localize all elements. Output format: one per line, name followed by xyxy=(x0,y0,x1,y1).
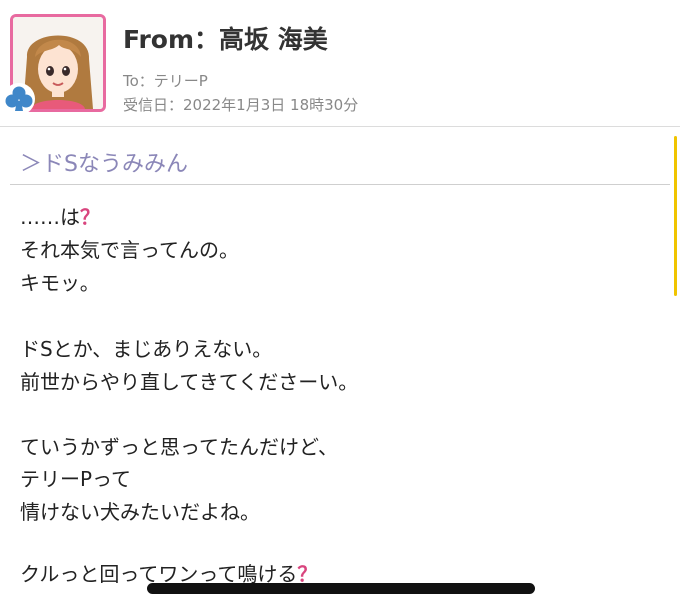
message-subject: ＞ドSなうみみん xyxy=(20,152,188,177)
scroll-indicator[interactable] xyxy=(674,136,677,296)
question-mark-icon: ？ xyxy=(80,205,100,229)
message-text: ……は xyxy=(20,205,80,229)
message-line-2: それ本気で言ってんの。 xyxy=(20,238,239,262)
club-suit-icon xyxy=(3,83,35,115)
message-line-5: 前世からやり直してきてくださーい。 xyxy=(20,370,359,394)
sender-name: From：高坂 海美 xyxy=(123,25,328,54)
message-line-3: キモッ。 xyxy=(20,271,100,295)
subject-divider xyxy=(10,184,670,185)
received-date: 受信日：2022年1月3日 18時30分 xyxy=(123,96,359,114)
message-line-1: ……は？ xyxy=(20,201,100,230)
message-line-7: テリーPって xyxy=(20,467,132,491)
message-line-6: ていうかずっと思ってたんだけど、 xyxy=(20,435,338,459)
home-indicator[interactable] xyxy=(147,583,535,594)
message-line-4: ドSとか、まじありえない。 xyxy=(20,337,273,361)
message-line-8: 情けない犬みたいだよね。 xyxy=(20,500,260,524)
recipient: To：テリーP xyxy=(123,72,208,90)
message-header: From：高坂 海美 To：テリーP 受信日：2022年1月3日 18時30分 xyxy=(0,0,680,127)
